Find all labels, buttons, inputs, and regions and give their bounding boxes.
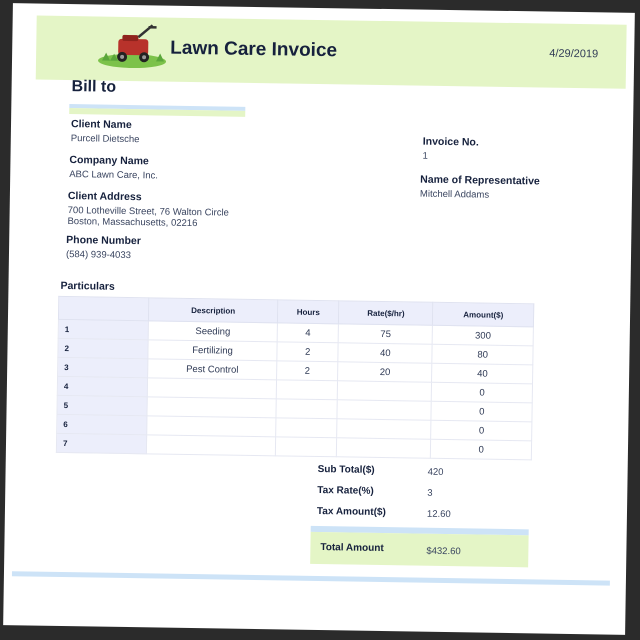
row-rate [336,437,432,459]
column-header-amount: Amount($) [432,302,534,327]
total-amount-value: $432.60 [426,545,461,558]
row-index: 5 [56,395,148,416]
row-hours [275,436,337,457]
row-amount: 0 [430,439,532,460]
invoice-number-value: 1 [422,150,428,162]
row-hours [275,417,338,438]
row-rate [336,418,432,440]
representative-value: Mitchell Addams [419,188,490,201]
row-description: Fertilizing [147,339,278,361]
row-rate [337,399,432,421]
subtotal-label: Sub Total($) [317,463,375,476]
row-hours: 2 [277,341,339,362]
row-description: Seeding [148,320,278,342]
row-description: Pest Control [147,358,278,380]
row-amount: 40 [432,363,533,384]
column-header-hours: Hours [277,299,340,324]
row-description [146,434,276,456]
row-hours: 2 [276,360,339,381]
company-name-field: Company Name ABC Lawn Care, Inc. [69,154,158,181]
bill-to-heading: Bill to [71,78,117,96]
client-name-value: Purcell Dietsche [70,133,140,146]
row-amount: 0 [431,382,533,403]
tax-rate-label: Tax Rate(%) [317,484,374,497]
row-rate: 40 [338,342,433,364]
invoice-number-field: Invoice No. 1 [422,136,478,163]
client-name-field: Client Name Purcell Dietsche [71,118,140,145]
tax-rate-value: 3 [427,487,433,499]
row-amount: 0 [431,401,533,422]
company-name-label: Company Name [69,154,149,168]
row-index: 7 [56,433,147,454]
subtotal-value: 420 [427,466,444,478]
row-index: 1 [58,319,149,340]
footer-divider [11,571,610,586]
invoice-sheet: Lawn Care Invoice 4/29/2019 Bill to Clie… [3,3,635,635]
row-index: 4 [57,376,148,397]
row-description [147,377,277,399]
row-index: 3 [57,357,148,378]
invoice-date: 4/29/2019 [549,47,599,61]
tax-amount-label: Tax Amount($) [316,505,386,519]
row-amount: 80 [432,344,534,365]
row-description [146,415,277,437]
row-rate: 75 [338,323,433,345]
phone-number-value: (584) 939-4033 [65,249,132,262]
column-header-rate: Rate($/hr) [338,300,434,326]
row-hours: 4 [277,322,339,343]
row-hours [276,379,338,400]
company-name-value: ABC Lawn Care, Inc. [69,169,159,182]
total-amount-label: Total Amount [320,542,384,555]
invoice-title: Lawn Care Invoice [170,37,338,62]
client-address-field: Client Address 700 Lotheville Street, 76… [67,190,229,230]
row-rate: 20 [337,361,433,383]
particulars-heading: Particulars [60,279,115,293]
lawn-mower-icon [98,24,167,69]
invoice-number-label: Invoice No. [422,135,479,149]
row-rate [337,380,433,402]
invoice-header: Lawn Care Invoice 4/29/2019 [35,15,627,89]
particulars-table: Description Hours Rate($/hr) Amount($) 1… [56,296,534,460]
row-amount: 300 [432,325,534,346]
column-header-description: Description [148,297,278,323]
row-amount: 0 [431,420,532,441]
column-header-index [58,296,149,321]
row-index: 6 [56,414,147,435]
row-index: 2 [57,338,149,359]
row-description [146,396,277,418]
tax-amount-row: Tax Amount($) 12.60 [311,502,531,526]
client-address-label: Client Address [67,190,142,204]
client-name-label: Client Name [70,118,132,132]
representative-field: Name of Representative Mitchell Addams [420,174,540,202]
total-amount-box: Total Amount $432.60 [310,525,529,568]
phone-number-field: Phone Number (584) 939-4033 [66,234,141,261]
row-hours [276,398,338,419]
tax-amount-value: 12.60 [426,508,451,521]
totals-section: Sub Total($) 420 Tax Rate(%) 3 Tax Amoun… [311,460,532,526]
phone-number-label: Phone Number [66,234,141,248]
representative-label: Name of Representative [420,173,540,188]
